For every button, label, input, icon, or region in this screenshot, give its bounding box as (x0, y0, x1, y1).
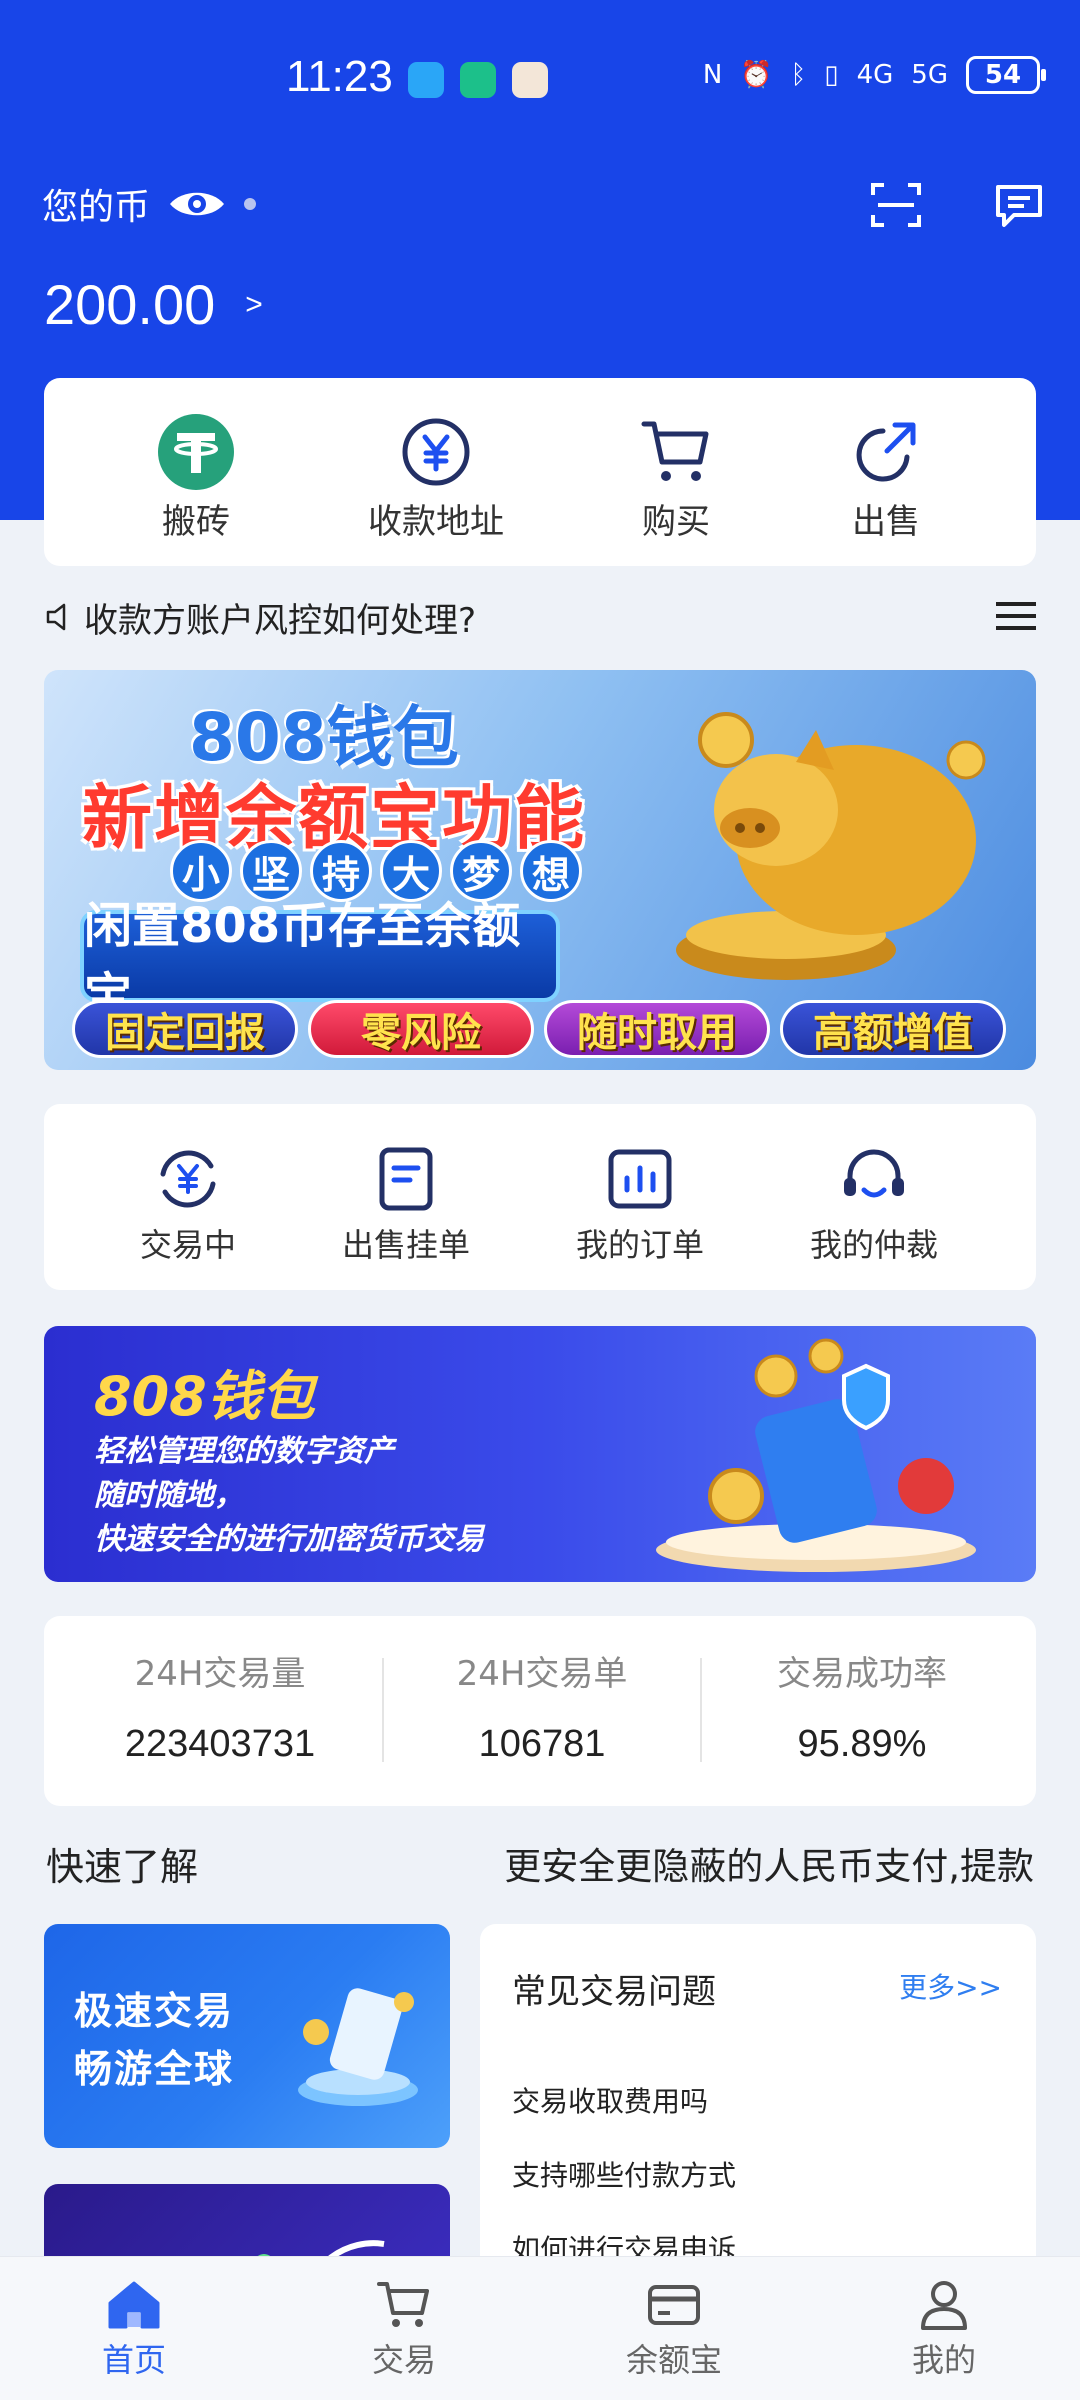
balance-row[interactable]: 200.00 > (44, 272, 263, 337)
nav-label: 余额宝 (625, 2341, 722, 2379)
battery-icon: 54 (966, 56, 1046, 94)
speaker-icon (46, 603, 66, 631)
signal-4g-icon: 4G (856, 60, 894, 90)
status-bar: 11:23 N ⏰ ᛒ ▯ 4G 5G 54 (0, 40, 1080, 120)
headset-icon (844, 1149, 904, 1198)
menu-icon[interactable] (996, 600, 1036, 632)
banner-pill: 固定回报 (72, 1000, 298, 1058)
stat-label: 24H交易单 (456, 1654, 628, 1694)
notice-text: 收款方账户风控如何处理? (84, 600, 477, 641)
promo-line: 极速交易 (74, 1989, 235, 2033)
stat-value: 95.89% (797, 1723, 927, 1765)
chart-icon (608, 1149, 672, 1209)
arrow-out-icon (856, 422, 916, 482)
shield-app-icon (460, 62, 496, 98)
quick-actions-card: 搬砖 收款地址 购买 出售 (44, 378, 1036, 566)
quick-learn-title: 快速了解 (46, 1845, 199, 1889)
stat-volume: 24H交易量 223403731 (60, 1646, 380, 1766)
stat-label: 交易成功率 (777, 1654, 947, 1694)
status-indicators: N ⏰ ᛒ ▯ 4G 5G 54 (702, 56, 1046, 94)
wallet-banner[interactable]: 808钱包 轻松管理您的数字资产 随时随地， 快速安全的进行加密货币交易 (44, 1326, 1036, 1582)
feature-label: 我的订单 (575, 1226, 704, 1264)
faq-question[interactable]: 交易收取费用吗 (512, 2080, 708, 2120)
vibrate-icon: ▯ (824, 60, 839, 90)
banner2-line: 随时随地， (94, 1478, 244, 1513)
alarm-icon: ⏰ (740, 60, 773, 90)
notice-bar[interactable]: 收款方账户风控如何处理? (44, 592, 1036, 642)
feature-arbitration[interactable]: 我的仲裁 (784, 1144, 964, 1266)
user-icon (921, 2281, 967, 2330)
dot-indicator (244, 198, 257, 210)
nfc-icon: N (702, 60, 723, 90)
tether-icon (158, 414, 234, 490)
banner-pill: 零风险 (308, 1000, 534, 1058)
yuan-circle-icon (402, 418, 470, 486)
promo-line: 畅游全球 (74, 2047, 235, 2091)
message-app-icon (408, 62, 444, 98)
nav-yuebao[interactable]: 余额宝 (604, 2275, 744, 2381)
banner-pill: 随时取用 (544, 1000, 770, 1058)
stat-value: 106781 (478, 1723, 606, 1765)
feature-sell-orders[interactable]: 出售挂单 (316, 1144, 496, 1266)
nav-home[interactable]: 首页 (64, 2275, 204, 2381)
quick-action-sell[interactable]: 出售 (796, 412, 976, 543)
quick-action-label: 购买 (642, 502, 710, 542)
promo-fast-trade[interactable]: 极速交易 畅游全球 (44, 1924, 450, 2148)
signal-5g-icon: 5G (911, 60, 948, 90)
banner-box-text: 闲置808币存至余额宝 (80, 898, 560, 1024)
stats-card: 24H交易量 223403731 24H交易单 106781 交易成功率 95.… (44, 1616, 1036, 1806)
quick-action-label: 收款地址 (368, 502, 504, 542)
stat-orders: 24H交易单 106781 (382, 1646, 702, 1766)
faq-more-link[interactable]: 更多>> (899, 1966, 1002, 2006)
banner2-line: 快速安全的进行加密货币交易 (94, 1522, 484, 1557)
status-time: 11:23 (286, 52, 393, 101)
faq-title: 常见交易问题 (512, 1972, 716, 2012)
eye-icon[interactable] (168, 187, 226, 221)
home-icon (108, 2281, 160, 2329)
banner-pills: 固定回报 零风险 随时取用 高额增值 (72, 1000, 1006, 1058)
nav-trade[interactable]: 交易 (334, 2275, 474, 2381)
balance-chevron-icon: > (245, 287, 263, 321)
nav-label: 交易 (371, 2341, 436, 2379)
banner2-title: 808钱包 (94, 1365, 315, 1428)
scan-icon[interactable] (870, 180, 922, 230)
feature-label: 出售挂单 (341, 1226, 470, 1264)
quick-action-buy[interactable]: 购买 (586, 412, 766, 543)
document-icon (379, 1147, 433, 1211)
banner-pill: 高额增值 (780, 1000, 1006, 1058)
balance-label-row: 您的币 (42, 178, 257, 230)
secure-payment-title: 更安全更隐蔽的人民币支付,提款 (504, 1845, 1034, 1888)
feature-trading[interactable]: 交易中 (98, 1144, 278, 1266)
nav-mine[interactable]: 我的 (874, 2275, 1014, 2381)
message-icon[interactable] (994, 183, 1044, 229)
feature-label: 我的仲裁 (809, 1226, 938, 1264)
exchange-icon (160, 1150, 216, 1208)
features-card: 交易中 出售挂单 我的订单 我的仲裁 (44, 1104, 1036, 1290)
banner2-line: 轻松管理您的数字资产 (94, 1434, 394, 1469)
feature-label: 交易中 (139, 1226, 236, 1264)
balance-amount: 200.00 (44, 273, 216, 336)
cart-icon (377, 2282, 429, 2327)
faq-question[interactable]: 支持哪些付款方式 (512, 2154, 736, 2194)
yuebao-banner[interactable]: 808钱包 新增余额宝功能 小 坚 持 大 梦 想 闲置808币存至余额宝 固定… (44, 670, 1036, 1070)
stat-success-rate: 交易成功率 95.89% (702, 1646, 1022, 1766)
nav-label: 首页 (101, 2341, 166, 2379)
balance-label: 您的币 (42, 187, 151, 228)
bluetooth-icon: ᛒ (790, 60, 807, 90)
stat-label: 24H交易量 (134, 1654, 306, 1694)
quick-action-label: 出售 (852, 502, 920, 542)
quick-action-label: 搬砖 (162, 502, 230, 542)
card-icon (648, 2285, 700, 2325)
avatar-app-icon (512, 62, 548, 98)
coins-phone-illustration (656, 1338, 976, 1572)
quick-action-address[interactable]: 收款地址 (346, 412, 526, 543)
nav-label: 我的 (911, 2341, 976, 2379)
cart-icon (641, 421, 709, 481)
quick-action-banzhuan[interactable]: 搬砖 (106, 412, 286, 543)
feature-my-orders[interactable]: 我的订单 (550, 1144, 730, 1266)
stat-value: 223403731 (124, 1723, 316, 1765)
phone-coin-illustration (298, 1988, 418, 2106)
gold-pig-illustration (676, 712, 986, 980)
bottom-nav: 首页 交易 余额宝 我的 (0, 2256, 1080, 2400)
